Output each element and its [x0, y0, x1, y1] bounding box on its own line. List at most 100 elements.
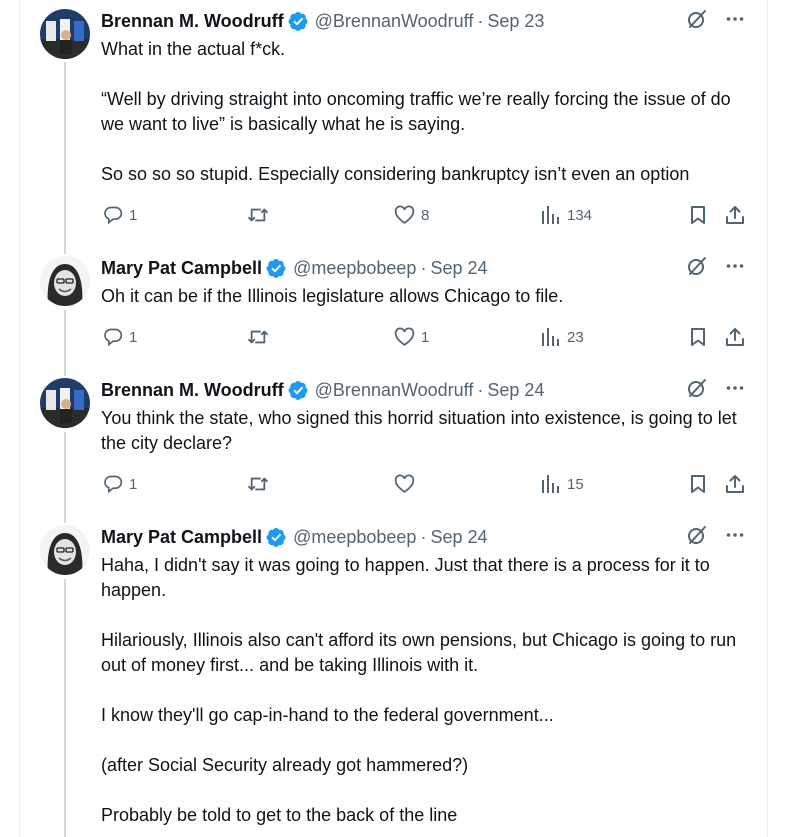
tweet-paragraph: So so so so stupid. Especially consideri… [101, 164, 690, 184]
grok-icon[interactable] [687, 378, 707, 403]
avatar[interactable] [40, 256, 90, 306]
retweet-button[interactable] [247, 203, 275, 227]
reply-icon [104, 475, 123, 494]
reply-button[interactable]: 1 [103, 472, 137, 496]
retweet-icon [247, 330, 269, 344]
views-chart-icon [542, 206, 559, 224]
tweet-date[interactable]: Sep 23 [487, 9, 544, 33]
bookmark-button[interactable] [688, 472, 708, 496]
more-options-icon[interactable] [725, 525, 745, 550]
reply-count: 1 [129, 328, 138, 346]
avatar[interactable] [40, 9, 90, 59]
view-count: 15 [567, 475, 584, 493]
verified-badge-icon [288, 11, 309, 32]
author-name[interactable]: Brennan M. Woodruff [101, 378, 284, 402]
bookmark-icon [691, 475, 705, 493]
tweet-paragraph: What in the actual f*ck. [101, 39, 286, 59]
thread-line [64, 370, 66, 376]
tweet-paragraph: Hilariously, Illinois also can't afford … [101, 630, 737, 675]
heart-icon [394, 474, 415, 493]
author-handle[interactable]: @meepbobeep [293, 525, 416, 549]
tweet[interactable]: Brennan M. Woodruff @BrennanWoodruff · S… [20, 0, 767, 248]
retweet-button[interactable] [247, 325, 275, 349]
tweet-date[interactable]: Sep 24 [430, 256, 487, 280]
retweet-button[interactable] [247, 472, 275, 496]
tweet-paragraph: (after Social Security already got hamme… [101, 755, 469, 775]
like-button[interactable] [394, 472, 421, 496]
author-name[interactable]: Mary Pat Campbell [101, 525, 262, 549]
bookmark-button[interactable] [688, 325, 708, 349]
view-count: 23 [567, 328, 584, 346]
tweet-paragraph: “Well by driving straight into oncoming … [101, 89, 731, 134]
thread-line [64, 517, 66, 523]
thread-line [64, 248, 66, 254]
conversation-thread: Brennan M. Woodruff @BrennanWoodruff · S… [19, 0, 768, 837]
author-handle[interactable]: @BrennanWoodruff [315, 378, 474, 402]
share-button[interactable] [725, 472, 745, 496]
like-count: 8 [421, 206, 430, 224]
share-icon [726, 475, 744, 493]
share-icon [726, 328, 744, 346]
thread-line [64, 579, 66, 837]
tweet-date[interactable]: Sep 24 [430, 525, 487, 549]
author-handle[interactable]: @meepbobeep [293, 256, 416, 280]
tweet-text: Oh it can be if the Illinois legislature… [101, 284, 751, 309]
tweet-text: Haha, I didn't say it was going to happe… [101, 553, 751, 828]
thread-line [64, 432, 66, 517]
grok-icon[interactable] [687, 256, 707, 281]
tweet[interactable]: Mary Pat Campbell @meepbobeep · Sep 24 H… [20, 517, 767, 837]
more-options-icon[interactable] [725, 378, 745, 403]
grok-icon[interactable] [687, 525, 707, 550]
views-chart-icon [542, 475, 559, 493]
tweet-text: You think the state, who signed this hor… [101, 406, 751, 456]
share-button[interactable] [725, 203, 745, 227]
separator-dot: · [420, 258, 427, 278]
views-button[interactable]: 134 [541, 203, 592, 227]
heart-icon [394, 327, 415, 346]
share-icon [726, 206, 744, 224]
retweet-icon [247, 477, 269, 491]
separator-dot: · [420, 527, 427, 547]
like-button[interactable]: 1 [394, 325, 429, 349]
reply-count: 1 [129, 475, 138, 493]
reply-count: 1 [129, 206, 138, 224]
reply-button[interactable]: 1 [103, 203, 137, 227]
view-count: 134 [567, 206, 593, 224]
tweet-text: What in the actual f*ck. “Well by drivin… [101, 37, 751, 187]
like-button[interactable]: 8 [394, 203, 429, 227]
share-button[interactable] [725, 325, 745, 349]
author-handle[interactable]: @BrennanWoodruff [315, 9, 474, 33]
tweet[interactable]: Mary Pat Campbell @meepbobeep · Sep 24 O… [20, 248, 767, 370]
tweet-date[interactable]: Sep 24 [487, 378, 544, 402]
views-button[interactable]: 23 [541, 325, 584, 349]
avatar[interactable] [40, 378, 90, 428]
tweet-paragraph: I know they'll go cap-in-hand to the fed… [101, 705, 554, 725]
tweet[interactable]: Brennan M. Woodruff @BrennanWoodruff · S… [20, 370, 767, 517]
bookmark-icon [691, 206, 705, 224]
tweet-paragraph: Probably be told to get to the back of t… [101, 805, 458, 825]
retweet-icon [247, 208, 269, 222]
reply-icon [104, 328, 123, 347]
verified-badge-icon [266, 527, 287, 548]
author-name[interactable]: Brennan M. Woodruff [101, 9, 284, 33]
avatar[interactable] [40, 525, 90, 575]
views-button[interactable]: 15 [541, 472, 584, 496]
reply-icon [104, 206, 123, 225]
more-options-icon[interactable] [725, 9, 745, 34]
reply-button[interactable]: 1 [103, 325, 137, 349]
verified-badge-icon [266, 258, 287, 279]
bookmark-button[interactable] [688, 203, 708, 227]
thread-line [64, 310, 66, 370]
grok-icon[interactable] [687, 9, 707, 34]
author-name[interactable]: Mary Pat Campbell [101, 256, 262, 280]
like-count: 1 [421, 328, 430, 346]
separator-dot: · [477, 11, 484, 31]
verified-badge-icon [288, 380, 309, 401]
heart-icon [394, 205, 415, 224]
more-options-icon[interactable] [725, 256, 745, 281]
tweet-paragraph: Oh it can be if the Illinois legislature… [101, 286, 564, 306]
bookmark-icon [691, 328, 705, 346]
tweet-paragraph: You think the state, who signed this hor… [101, 408, 737, 453]
tweet-paragraph: Haha, I didn't say it was going to happe… [101, 555, 710, 600]
thread-line [64, 62, 66, 248]
